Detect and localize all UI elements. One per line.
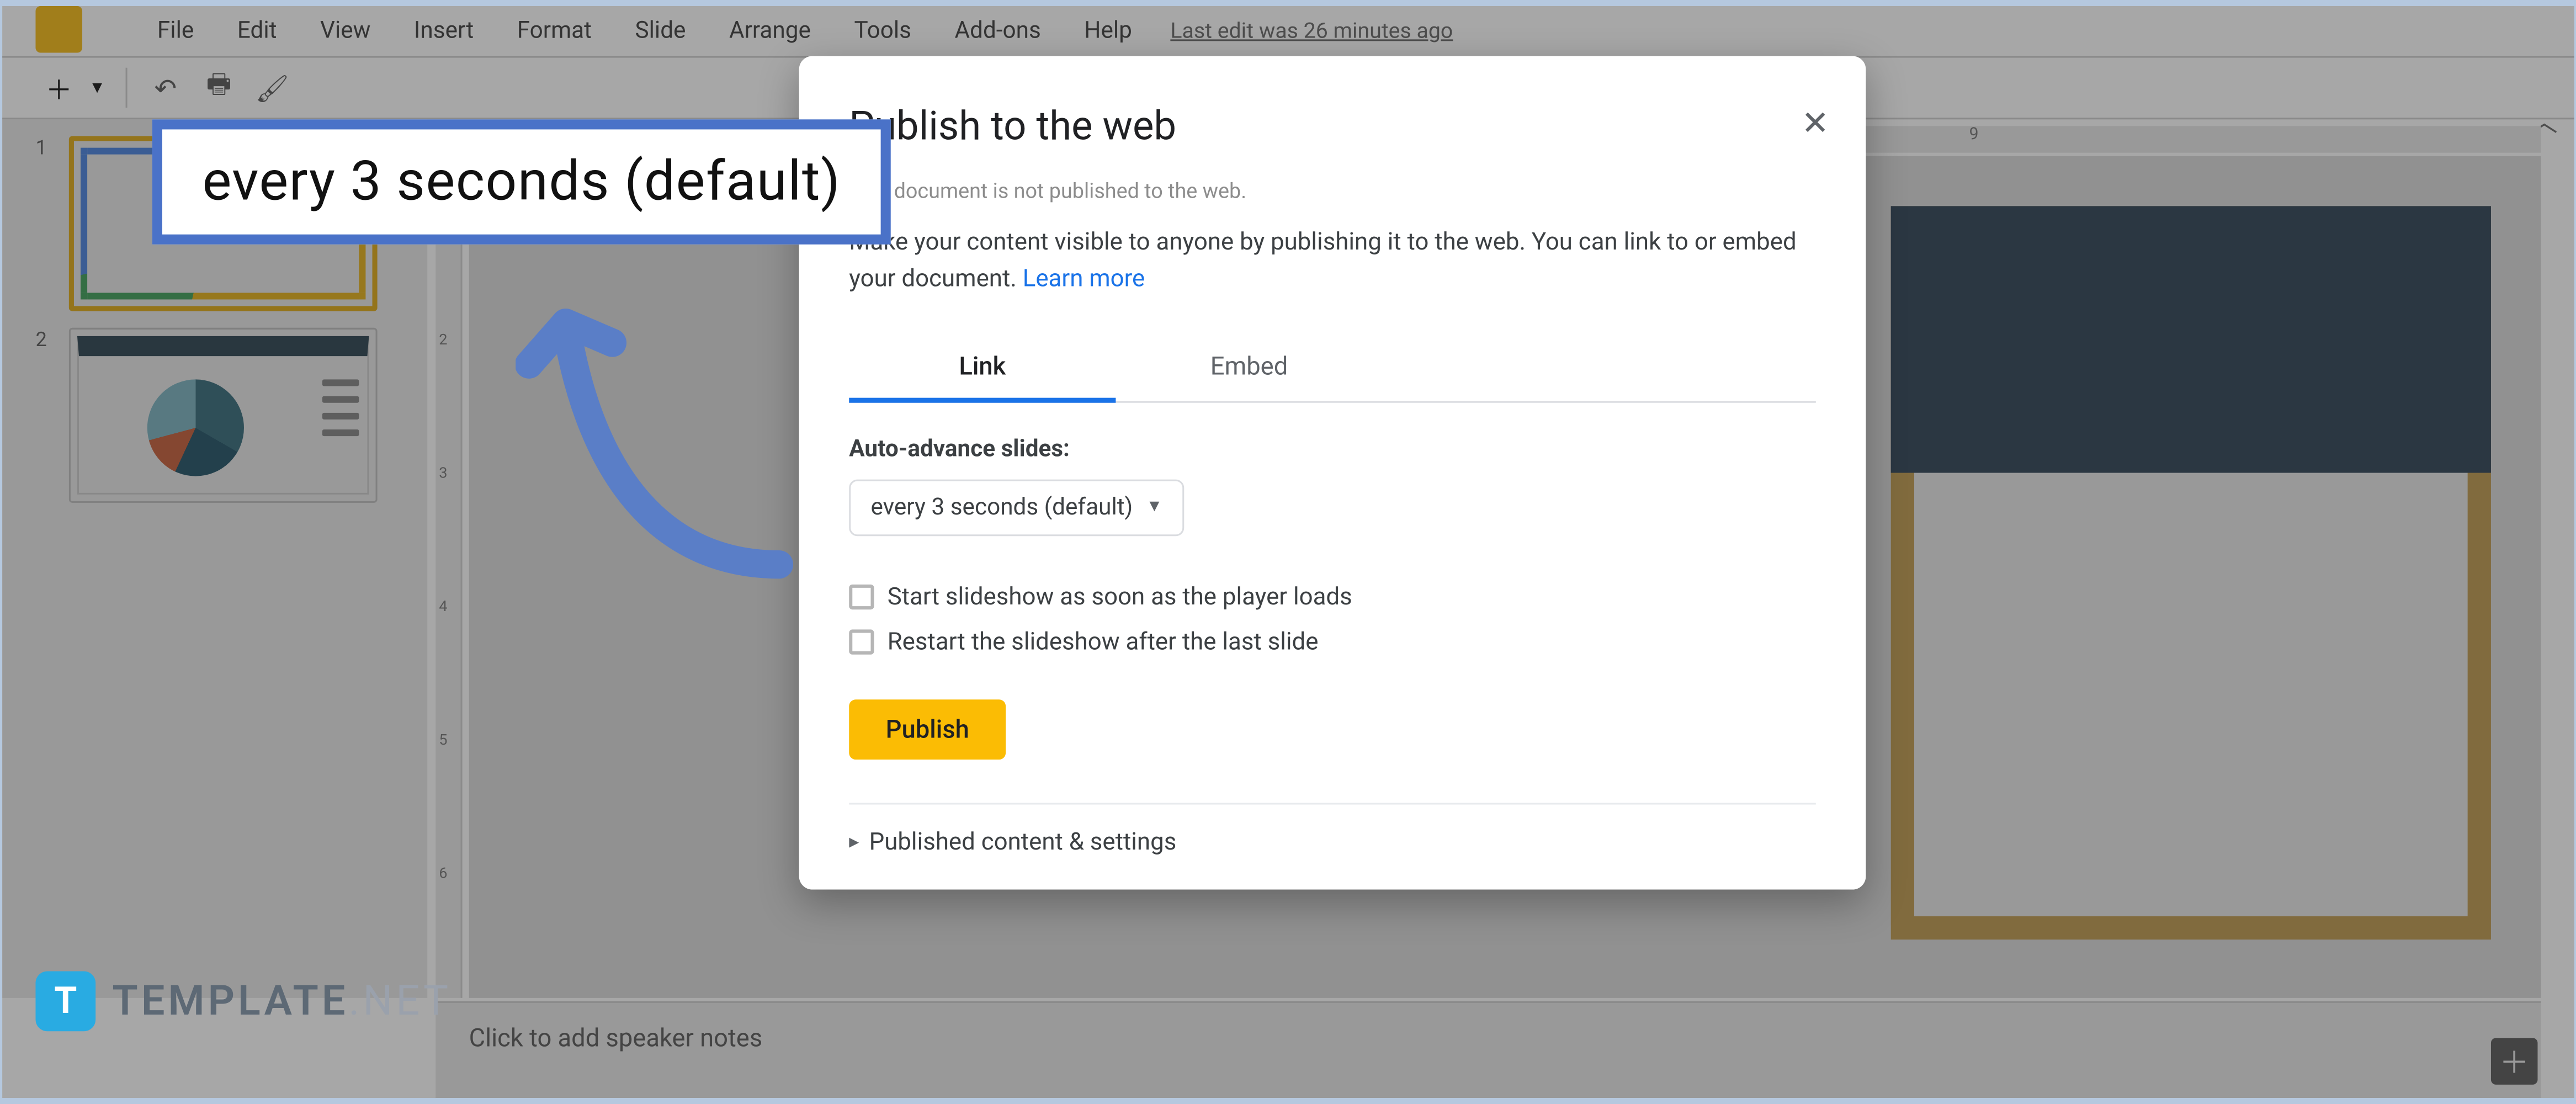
annotation-callout: every 3 seconds (default) — [152, 119, 890, 244]
close-icon[interactable]: ✕ — [1801, 103, 1829, 142]
publish-dialog: ✕ Publish to the web This document is no… — [799, 56, 1866, 889]
dialog-description: Make your content visible to anyone by p… — [849, 225, 1816, 297]
watermark-text-bold: TEMPLATE — [112, 977, 348, 1026]
triangle-right-icon: ▸ — [849, 830, 859, 853]
watermark-text-light: .NET — [348, 977, 452, 1026]
dialog-tabs: Link Embed — [849, 333, 1816, 402]
learn-more-link[interactable]: Learn more — [1022, 264, 1145, 292]
dialog-divider — [849, 802, 1816, 804]
checkbox-start-slideshow[interactable] — [849, 583, 874, 608]
published-content-settings-label: Published content & settings — [869, 827, 1176, 855]
checkbox-restart-slideshow-label: Restart the slideshow after the last sli… — [887, 627, 1318, 655]
auto-advance-value: every 3 seconds (default) — [870, 493, 1133, 520]
publish-status: This document is not published to the we… — [849, 179, 1816, 204]
watermark-text: TEMPLATE.NET — [112, 977, 452, 1026]
caret-down-icon: ▼ — [1146, 498, 1162, 516]
checkbox-start-slideshow-label: Start slideshow as soon as the player lo… — [887, 582, 1352, 610]
tab-link[interactable]: Link — [849, 333, 1116, 402]
published-content-settings-toggle[interactable]: ▸ Published content & settings — [849, 827, 1816, 855]
tab-embed[interactable]: Embed — [1116, 333, 1382, 400]
auto-advance-select[interactable]: every 3 seconds (default) ▼ — [849, 479, 1184, 535]
watermark: T TEMPLATE.NET — [35, 972, 452, 1032]
auto-advance-label: Auto-advance slides: — [849, 436, 1816, 462]
dialog-description-text: Make your content visible to anyone by p… — [849, 228, 1796, 293]
checkbox-restart-slideshow[interactable] — [849, 629, 874, 654]
watermark-logo-icon: T — [35, 972, 95, 1032]
dialog-title: Publish to the web — [849, 103, 1816, 150]
publish-button[interactable]: Publish — [849, 699, 1006, 759]
